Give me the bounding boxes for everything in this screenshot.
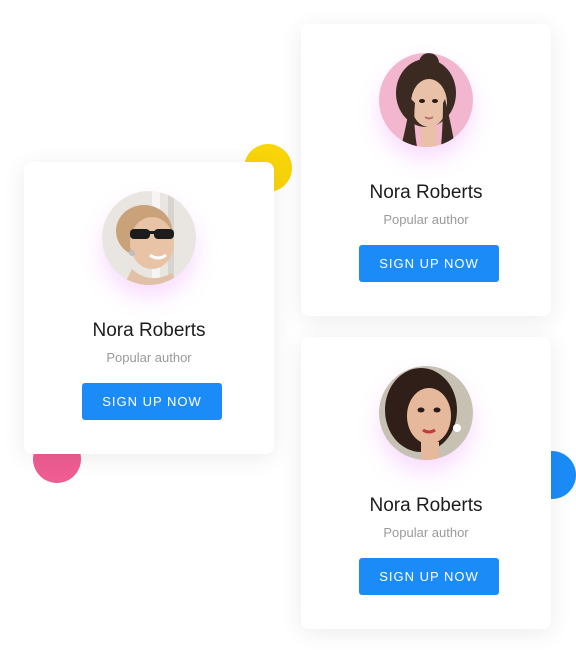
author-avatar [379, 53, 473, 147]
woman-with-sunglasses-avatar [102, 191, 196, 285]
author-avatar [379, 366, 473, 460]
author-card: Nora Roberts Popular author SIGN UP NOW [24, 162, 274, 454]
woman-dark-hair-avatar [379, 366, 473, 460]
woman-pink-background-avatar [379, 53, 473, 147]
sign-up-button[interactable]: SIGN UP NOW [82, 383, 222, 420]
author-card: Nora Roberts Popular author SIGN UP NOW [301, 337, 551, 629]
author-name: Nora Roberts [369, 182, 483, 203]
author-name: Nora Roberts [92, 320, 206, 341]
sign-up-button[interactable]: SIGN UP NOW [359, 558, 499, 595]
author-name: Nora Roberts [369, 495, 483, 516]
author-role: Popular author [383, 525, 469, 540]
author-role: Popular author [383, 212, 469, 227]
author-role: Popular author [106, 350, 192, 365]
author-avatar [102, 191, 196, 285]
author-card: Nora Roberts Popular author SIGN UP NOW [301, 24, 551, 316]
sign-up-button[interactable]: SIGN UP NOW [359, 245, 499, 282]
